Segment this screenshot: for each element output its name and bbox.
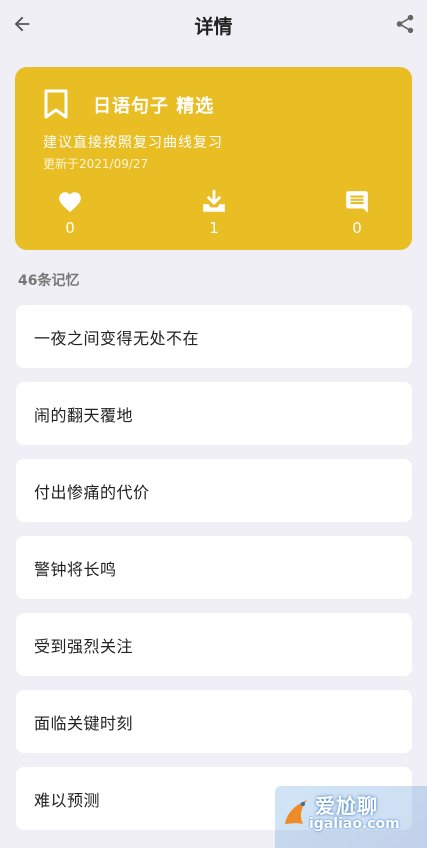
deck-title: 日语句子 精选 — [93, 96, 215, 117]
like-stat[interactable]: 0 — [40, 189, 100, 237]
share-icon — [396, 14, 414, 34]
download-icon — [203, 189, 225, 212]
top-bar: 详情 — [0, 0, 427, 48]
comment-stat[interactable]: 0 — [327, 189, 387, 237]
bird-logo-icon — [285, 800, 307, 824]
deck-card: 日语句子 精选 建议直接按照复习曲线复习 更新于2021/09/27 0 1 0 — [15, 67, 412, 250]
comment-icon — [346, 191, 368, 213]
list-item-text: 付出惨痛的代价 — [34, 482, 150, 502]
memory-count: 46条记忆 — [18, 273, 80, 289]
list-item[interactable]: 面临关键时刻 — [16, 690, 412, 753]
list-item-text: 面临关键时刻 — [34, 713, 134, 733]
download-stat[interactable]: 1 — [184, 189, 244, 237]
watermark-url: igaliao.com — [309, 816, 400, 832]
list-item-text: 一夜之间变得无处不在 — [34, 328, 200, 348]
like-count: 0 — [65, 219, 75, 237]
list-item-text: 闹的翻天覆地 — [34, 405, 134, 425]
share-button[interactable] — [391, 10, 419, 38]
download-count: 1 — [209, 219, 219, 237]
list-item[interactable]: 一夜之间变得无处不在 — [16, 305, 412, 368]
watermark: 爱尬聊 igaliao.com — [275, 786, 427, 848]
page-title: 详情 — [194, 16, 233, 38]
list-item-text: 受到强烈关注 — [34, 636, 134, 656]
list-item[interactable]: 警钟将长鸣 — [16, 536, 412, 599]
memory-list: 一夜之间变得无处不在 闹的翻天覆地 付出惨痛的代价 警钟将长鸣 受到强烈关注 面… — [16, 305, 412, 844]
list-item[interactable]: 付出惨痛的代价 — [16, 459, 412, 522]
list-item-text: 警钟将长鸣 — [34, 559, 117, 579]
heart-icon — [59, 192, 81, 213]
list-item[interactable]: 受到强烈关注 — [16, 613, 412, 676]
list-item-text: 难以预测 — [34, 790, 101, 810]
bookmark-icon — [44, 89, 68, 119]
deck-subtitle: 建议直接按照复习曲线复习 — [43, 135, 223, 151]
list-item[interactable]: 闹的翻天覆地 — [16, 382, 412, 445]
comment-count: 0 — [352, 219, 362, 237]
watermark-text: 爱尬聊 — [315, 794, 378, 818]
deck-updated-date: 更新于2021/09/27 — [43, 157, 149, 171]
